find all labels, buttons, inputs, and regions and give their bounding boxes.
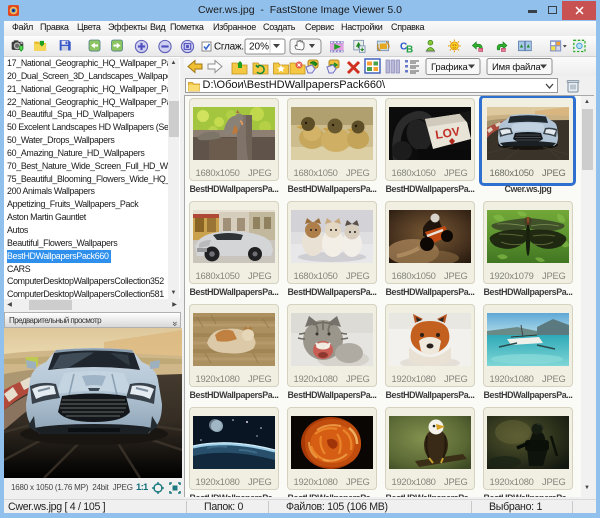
svg-text:20%: 20% bbox=[249, 42, 269, 53]
svg-text:B: B bbox=[406, 45, 413, 56]
svg-text:Графика: Графика bbox=[431, 62, 468, 73]
svg-text:Сглаж.: Сглаж. bbox=[214, 42, 244, 53]
svg-text:Имя файла: Имя файла bbox=[492, 62, 541, 73]
